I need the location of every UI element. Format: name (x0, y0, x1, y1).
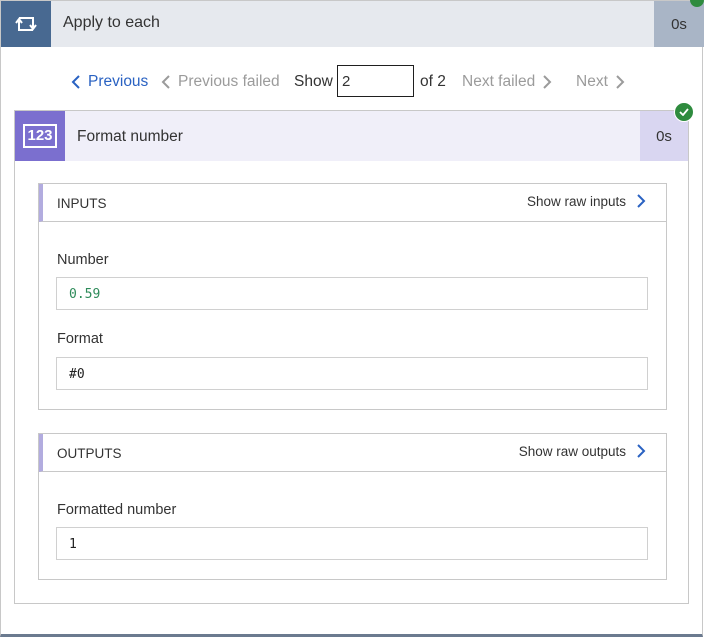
loop-duration-text: 0s (671, 15, 687, 33)
number-icon: 123 (15, 111, 65, 161)
show-label: Show (294, 73, 333, 90)
chevron-right-icon (637, 444, 646, 458)
inputs-section-header: INPUTS Show raw inputs (39, 184, 666, 222)
formatted-number-field-value: 1 (56, 527, 648, 560)
show-raw-outputs-label: Show raw outputs (518, 443, 626, 459)
format-number-action-card: 123 Format number 0s INPUTS Show raw inp… (14, 102, 694, 604)
previous-button[interactable]: Previous (71, 73, 148, 91)
loop-duration-badge: 0s (654, 1, 704, 47)
outputs-section: OUTPUTS Show raw outputs Formatted numbe… (38, 433, 667, 580)
chevron-left-icon (71, 75, 80, 89)
chevron-right-icon (616, 75, 625, 89)
next-label: Next (576, 73, 608, 90)
run-history-panel: Apply to each 0s Previous Previous faile… (0, 0, 704, 637)
previous-failed-button[interactable]: Previous failed (161, 73, 280, 91)
inputs-title: INPUTS (57, 196, 107, 211)
next-failed-button[interactable]: Next failed (462, 73, 552, 91)
next-button[interactable]: Next (576, 73, 625, 91)
loop-title: Apply to each (63, 14, 160, 31)
loop-icon (1, 1, 51, 47)
show-raw-inputs-link[interactable]: Show raw inputs (527, 193, 646, 209)
outputs-title: OUTPUTS (57, 446, 122, 461)
number-field-label: Number (57, 252, 109, 268)
inputs-section: INPUTS Show raw inputs Number 0.59 Forma… (38, 183, 667, 410)
iteration-number-input[interactable] (337, 65, 414, 97)
previous-failed-label: Previous failed (178, 73, 280, 90)
formatted-number-field-label: Formatted number (57, 502, 177, 518)
chevron-right-icon (543, 75, 552, 89)
action-duration-text: 0s (656, 127, 672, 145)
next-failed-label: Next failed (462, 73, 536, 90)
action-header[interactable]: 123 Format number 0s (15, 102, 694, 161)
iteration-pager: Previous Previous failed Show of 2 Next … (1, 65, 704, 97)
show-raw-inputs-label: Show raw inputs (526, 193, 626, 209)
format-field-value: #0 (56, 357, 648, 390)
chevron-left-icon (161, 75, 170, 89)
chevron-right-icon (637, 194, 646, 208)
number-icon-text: 123 (23, 124, 57, 148)
previous-label: Previous (88, 73, 149, 90)
format-field-label: Format (57, 331, 103, 347)
outputs-section-header: OUTPUTS Show raw outputs (39, 434, 666, 472)
of-total-label: of 2 (420, 73, 446, 90)
loop-header[interactable]: Apply to each 0s (1, 0, 704, 47)
show-raw-outputs-link[interactable]: Show raw outputs (519, 443, 646, 459)
success-check-icon (674, 102, 694, 122)
number-field-value: 0.59 (56, 277, 648, 310)
action-title: Format number (77, 128, 183, 145)
